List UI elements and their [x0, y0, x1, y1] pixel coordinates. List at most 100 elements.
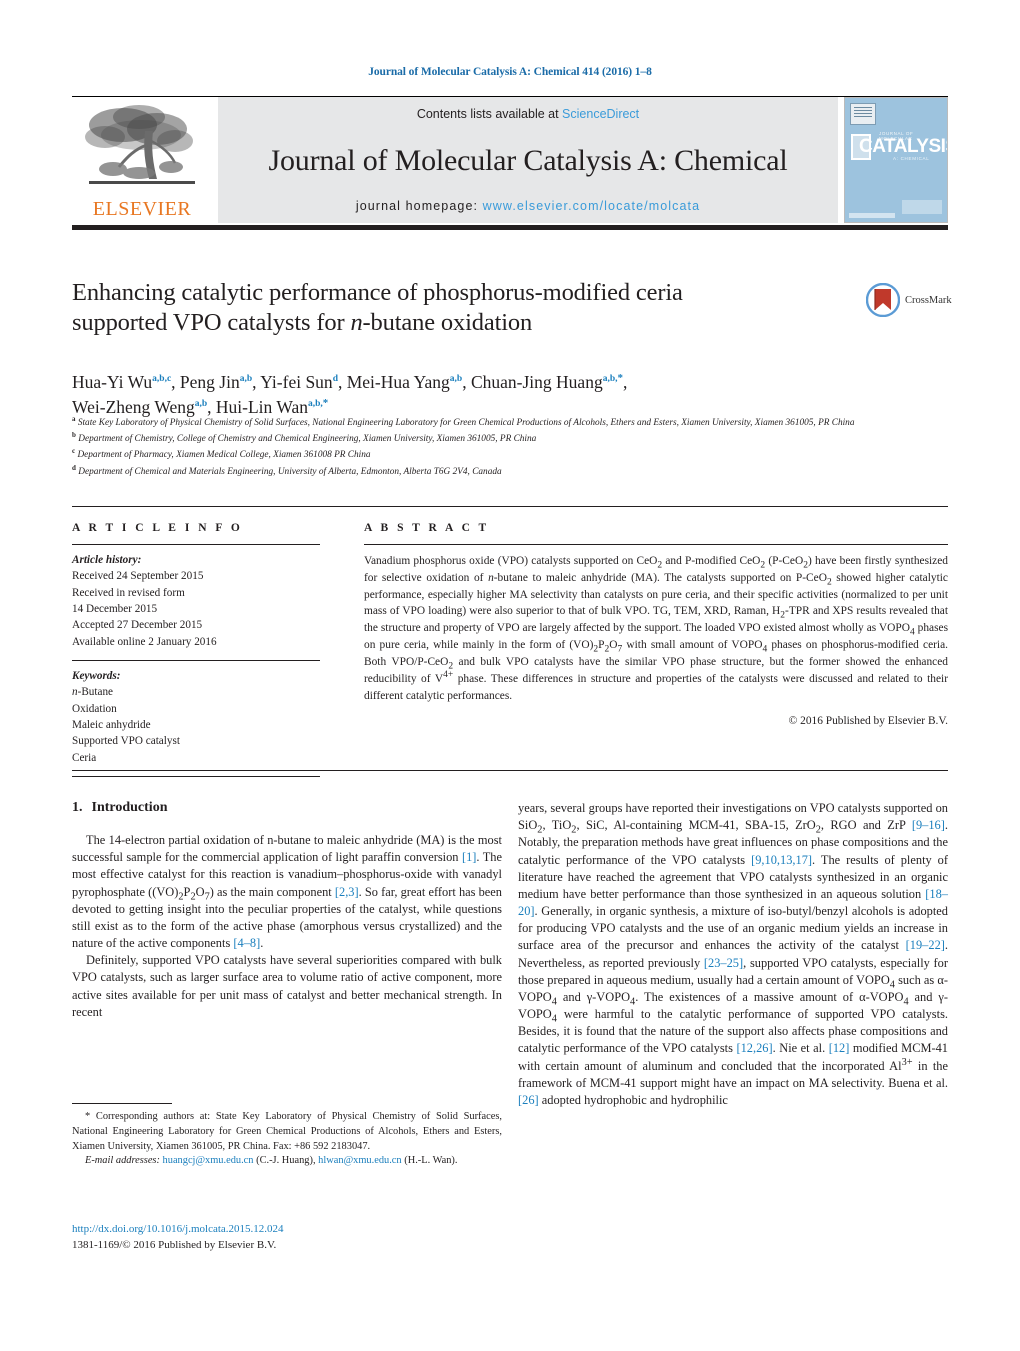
masthead-center-panel: Contents lists available at ScienceDirec…: [218, 97, 838, 223]
author-affil-marks: a,b,*: [307, 397, 329, 410]
author-item: Chuan-Jing Huanga,b,*: [470, 372, 623, 392]
article-info-panel: A R T I C L E I N F O Article history: R…: [72, 522, 320, 784]
history-item: Received in revised form: [72, 586, 185, 599]
keyword-item: Oxidation: [72, 702, 117, 715]
affiliation-item: c Department of Pharmacy, Xiamen Medical…: [72, 446, 952, 462]
keyword-item: Supported VPO catalyst: [72, 735, 180, 748]
history-item: Accepted 27 December 2015: [72, 619, 203, 632]
crossmark-badge[interactable]: CrossMark: [866, 283, 960, 317]
author-item: Yi-fei Sund: [260, 372, 338, 392]
article-history-block: Article history: Received 24 September 2…: [72, 552, 320, 650]
journal-homepage-line: journal homepage: www.elsevier.com/locat…: [356, 199, 700, 213]
citation-link[interactable]: [9,10,13,17]: [751, 853, 812, 867]
author-affil-marks: a,b: [239, 374, 253, 385]
author-item: Hua-Yi Wua,b,c: [72, 372, 172, 392]
paragraph: Definitely, supported VPO catalysts have…: [72, 953, 502, 1019]
paragraph: The 14-electron partial oxidation of n-b…: [72, 833, 502, 951]
citation-link[interactable]: [4–8]: [233, 936, 260, 950]
section-label: Introduction: [91, 800, 168, 815]
sciencedirect-link[interactable]: ScienceDirect: [562, 107, 639, 121]
running-head: Journal of Molecular Catalysis A: Chemic…: [368, 66, 652, 78]
homepage-url-link[interactable]: www.elsevier.com/locate/molcata: [483, 199, 701, 213]
title-italic-n: n: [350, 308, 363, 336]
footnote-separator-rule: [72, 1103, 172, 1104]
keyword-item: Maleic anhydride: [72, 719, 151, 732]
abstract-rule: [364, 544, 948, 545]
email-link-1[interactable]: huangcj@xmu.edu.cn: [163, 1155, 254, 1166]
email-label: E-mail addresses:: [85, 1155, 160, 1167]
author-item: Peng Jina,b: [179, 372, 253, 392]
corresponding-author-note: * Corresponding authors at: State Key La…: [72, 1111, 502, 1152]
citation-link[interactable]: [9–16]: [912, 818, 945, 832]
crossmark-icon: [866, 283, 900, 317]
affiliation-item: a State Key Laboratory of Physical Chemi…: [72, 414, 952, 430]
affiliation-list: a State Key Laboratory of Physical Chemi…: [72, 414, 952, 479]
keywords-block: Keywords: n-Butane Oxidation Maleic anhy…: [72, 668, 320, 766]
email-owner-2: (H.-L. Wan).: [404, 1155, 458, 1167]
article-history-label: Article history:: [72, 554, 142, 566]
citation-link[interactable]: [12,26]: [736, 1041, 772, 1055]
affiliation-mark: c: [72, 447, 76, 456]
paragraph: years, several groups have reported thei…: [518, 801, 949, 1107]
elsevier-wordmark: ELSEVIER: [92, 198, 192, 220]
page-title: Enhancing catalytic performance of phosp…: [72, 278, 842, 338]
history-item: Available online 2 January 2016: [72, 635, 217, 648]
doi-block: http://dx.doi.org/10.1016/j.molcata.2015…: [72, 1222, 502, 1254]
history-item: 14 December 2015: [72, 603, 158, 616]
cover-footer-right: [902, 200, 942, 214]
keywords-top-rule: [72, 660, 320, 662]
author-affil-marks: a,b,c: [152, 374, 172, 385]
citation-link[interactable]: [12]: [829, 1041, 850, 1055]
contents-available-line: Contents lists available at ScienceDirec…: [417, 107, 639, 121]
affiliation-mark: a: [72, 415, 76, 423]
affiliation-item: d Department of Chemical and Materials E…: [72, 463, 952, 479]
author-affil-marks: a,b: [194, 399, 208, 410]
info-section-top-rule: [72, 506, 948, 507]
cover-footer-left: [849, 213, 895, 218]
citation-link[interactable]: [1]: [462, 850, 476, 864]
elsevier-tree-icon: [85, 105, 195, 184]
affiliation-item: b Department of Chemistry, College of Ch…: [72, 430, 952, 446]
cover-subtitle: A: CHEMICAL: [893, 156, 930, 161]
keyword-item: Ceria: [72, 751, 97, 764]
article-info-heading: A R T I C L E I N F O: [72, 522, 243, 534]
affiliation-text: Department of Pharmacy, Xiamen Medical C…: [77, 450, 371, 461]
body-column-right: years, several groups have reported thei…: [518, 800, 948, 1109]
keywords-label: Keywords:: [72, 670, 121, 683]
title-line-2-b: -butane oxidation: [362, 308, 533, 336]
email-owner-1: (C.-J. Huang),: [256, 1155, 316, 1167]
body-column-left: 1. Introduction The 14-electron partial o…: [72, 800, 502, 1021]
affiliation-text: Department of Chemical and Materials Eng…: [78, 466, 502, 477]
masthead-bottom-rule: [72, 225, 948, 230]
contents-prefix: Contents lists available at: [416, 107, 563, 121]
crossmark-label: CrossMark: [905, 294, 952, 306]
email-note: E-mail addresses: huangcj@xmu.edu.cn (C.…: [72, 1154, 502, 1169]
citation-link[interactable]: [18–20]: [518, 887, 948, 918]
info-section-bottom-rule: [72, 770, 948, 771]
title-line-2-a: supported VPO catalysts for: [72, 308, 351, 336]
keyword-item: n-Butane: [72, 686, 114, 699]
citation-link[interactable]: [23–25]: [704, 956, 743, 970]
author-affil-marks: a,b,*: [602, 372, 623, 385]
abstract-copyright: © 2016 Published by Elsevier B.V.: [788, 715, 948, 728]
email-link-2[interactable]: hlwan@xmu.edu.cn: [318, 1155, 401, 1166]
doi-link[interactable]: http://dx.doi.org/10.1016/j.molcata.2015…: [72, 1222, 502, 1238]
cover-logo-box: [850, 103, 876, 125]
author-affil-marks: d: [332, 374, 338, 385]
journal-title: Journal of Molecular Catalysis A: Chemic…: [268, 143, 788, 177]
citation-link[interactable]: [19–22]: [906, 938, 945, 952]
journal-cover-thumbnail: JOURNAL OF MOLECULAR CATALYSIS A: CHEMIC…: [844, 97, 948, 223]
affiliation-text: State Key Laboratory of Physical Chemist…: [77, 418, 855, 429]
affiliation-mark: b: [72, 431, 76, 440]
issn-copyright-line: 1381-1169/© 2016 Published by Elsevier B…: [72, 1238, 277, 1251]
citation-link[interactable]: [2,3]: [335, 885, 359, 899]
author-affil-marks: a,b: [449, 374, 463, 385]
homepage-prefix: journal homepage:: [355, 199, 483, 213]
abstract-heading: A B S T R A C T: [364, 522, 490, 534]
affiliation-mark: d: [72, 463, 76, 472]
article-page: Journal of Molecular Catalysis A: Chemic…: [0, 0, 1020, 1351]
citation-link[interactable]: [26]: [518, 1093, 539, 1107]
footnote-block: * Corresponding authors at: State Key La…: [72, 1110, 502, 1169]
section-heading-introduction: 1. Introduction: [72, 800, 502, 816]
elsevier-logo: ELSEVIER: [72, 97, 212, 223]
